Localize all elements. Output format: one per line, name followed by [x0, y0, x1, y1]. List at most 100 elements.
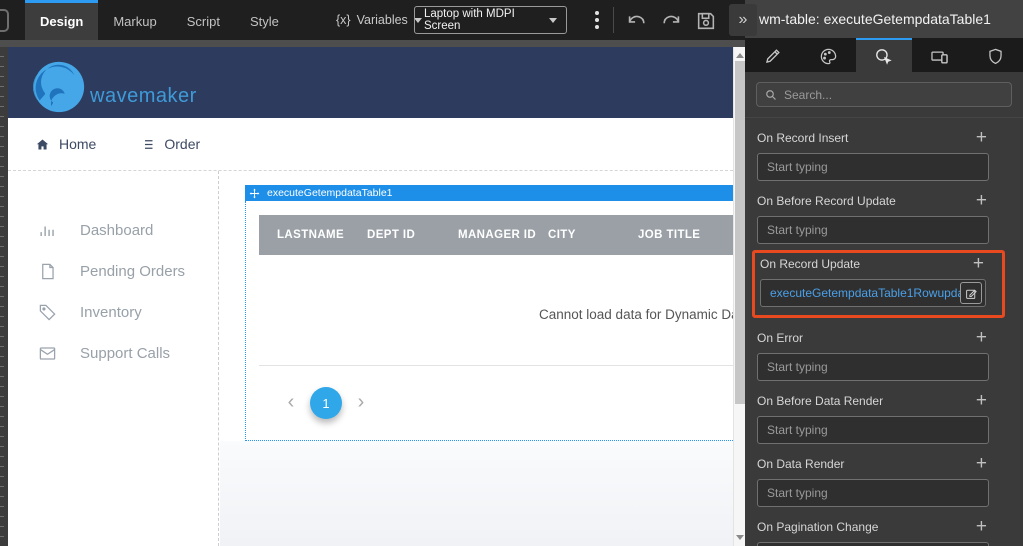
mode-tab-script[interactable]: Script [172, 0, 235, 40]
mode-tabs: DesignMarkupScriptStyle [25, 0, 294, 40]
mode-tab-style[interactable]: Style [235, 0, 294, 40]
content-lower-area [220, 441, 733, 546]
event-handler-input[interactable] [757, 542, 989, 546]
inspector-tabs [745, 38, 1023, 72]
inspector-tab-events-click-icon[interactable] [856, 38, 912, 72]
add-event-action-button[interactable]: + [976, 394, 987, 408]
devices-icon [930, 47, 949, 66]
event-handler-field[interactable]: executeGetempdataTable1Rowupdate [760, 279, 986, 307]
save-icon [695, 10, 717, 32]
add-event-action-button[interactable]: + [976, 520, 987, 534]
add-event-action-button[interactable]: + [976, 457, 987, 471]
event-handler-input[interactable] [757, 479, 989, 507]
inspector-tab-shield-icon[interactable] [967, 38, 1023, 72]
add-event-action-button[interactable]: + [976, 331, 987, 345]
canvas-scrollbar[interactable] [733, 47, 745, 546]
envelope-icon [38, 344, 57, 363]
page-navbar: Home Order [8, 118, 733, 171]
event-handler-input[interactable] [757, 153, 989, 181]
app-header: wavemaker [8, 47, 733, 118]
canvas-ruler [0, 47, 8, 546]
collapse-panel-button[interactable]: » [729, 4, 757, 36]
inspector-tab-pencil-icon[interactable] [745, 38, 801, 72]
data-table-widget[interactable]: LASTNAMEDEPT IDMANAGER IDCITYJOB TITLEZI… [245, 201, 733, 441]
event-label: On Pagination Change [757, 520, 878, 534]
table-column-header[interactable]: CITY [548, 229, 638, 241]
event-handler-link[interactable]: executeGetempdataTable1Rowupdate [770, 286, 960, 300]
inspector-tab-palette-icon[interactable] [801, 38, 857, 72]
search-field[interactable] [756, 82, 1012, 107]
nav-item-home[interactable]: Home [35, 136, 96, 152]
page-body: DashboardPending Orders Inventory Support … [8, 171, 733, 546]
top-toolbar: DesignMarkupScriptStyle {x} Variables La… [0, 0, 745, 40]
event-handler-input[interactable] [757, 416, 989, 444]
design-canvas: wavemaker Home Order DashboardPending Ord… [0, 47, 745, 546]
mode-tab-design[interactable]: Design [25, 0, 98, 40]
event-label: On Record Insert [757, 131, 848, 145]
variables-label: Variables [357, 13, 408, 27]
toolbar-strip [0, 40, 745, 47]
inspector-tab-devices-icon[interactable] [912, 38, 968, 72]
panel-toggle-icon[interactable] [0, 9, 9, 32]
event-label: On Record Update [760, 257, 860, 271]
save-button[interactable] [692, 7, 719, 34]
nav-item-label: Order [164, 136, 200, 152]
variables-icon: {x} [336, 13, 351, 27]
pagination: ‹ 1 › [259, 365, 733, 441]
event-label: On Before Record Update [757, 194, 896, 208]
sidebar-item-support-calls[interactable]: Support Calls [8, 333, 218, 374]
home-icon [35, 137, 50, 152]
previous-page-button[interactable]: ‹ [284, 392, 298, 415]
device-selector[interactable]: Laptop with MDPI Screen [414, 6, 567, 34]
table-column-header[interactable]: MANAGER ID [458, 229, 548, 241]
event-handler-input[interactable] [757, 353, 989, 381]
current-page-button[interactable]: 1 [310, 387, 342, 419]
event-section: On Pagination Change + [757, 518, 989, 546]
edit-script-button[interactable] [960, 282, 982, 304]
scroll-up-arrow-icon[interactable] [736, 53, 744, 58]
next-page-button[interactable]: › [354, 392, 368, 415]
chevron-down-icon [549, 18, 557, 23]
event-section: On Record Insert + [757, 129, 989, 181]
wavemaker-logo-text: wavemaker [90, 85, 197, 108]
main-content: executeGetempdataTable1 LASTNAMEDEPT IDM… [220, 171, 733, 546]
sidebar-item-dashboard[interactable]: Dashboard [8, 210, 218, 251]
table-column-header[interactable]: LASTNAME [277, 229, 367, 241]
search-input[interactable] [784, 88, 1003, 102]
event-handler-input[interactable] [757, 216, 989, 244]
sidebar-item-label: Inventory [80, 304, 142, 321]
variables-menu[interactable]: {x} Variables [336, 0, 422, 40]
mode-tab-markup[interactable]: Markup [98, 0, 171, 40]
event-section: On Error + [757, 329, 989, 381]
event-section: On Record Update + executeGetempdataTable1… [752, 250, 1005, 318]
event-section: On Before Record Update + [757, 192, 989, 244]
edit-icon [965, 287, 978, 300]
table-empty-message: Cannot load data for Dynamic Data [539, 307, 733, 322]
more-options-button[interactable] [589, 8, 605, 32]
scrollbar-thumb[interactable] [735, 61, 745, 404]
wavemaker-studio: DesignMarkupScriptStyle {x} Variables La… [0, 0, 1023, 546]
table-column-header[interactable]: JOB TITLE [638, 229, 733, 241]
event-label: On Before Data Render [757, 394, 883, 408]
bar-chart-icon [38, 221, 57, 240]
left-nav-panel: DashboardPending Orders Inventory Support … [8, 171, 219, 546]
scroll-down-arrow-icon[interactable] [736, 535, 744, 540]
sidebar-item-pending-orders[interactable]: Pending Orders [8, 251, 218, 292]
nav-item-label: Home [59, 136, 96, 152]
palette-icon [819, 47, 838, 66]
nav-item-order[interactable]: Order [140, 136, 200, 152]
add-event-action-button[interactable]: + [976, 131, 987, 145]
sidebar-item-inventory[interactable]: Inventory [8, 292, 218, 333]
add-event-action-button[interactable]: + [976, 194, 987, 208]
shield-icon [986, 47, 1005, 66]
inspector-panel: wm-table: executeGetempdataTable1 On Rec… [745, 0, 1023, 546]
add-event-action-button[interactable]: + [973, 257, 984, 271]
event-label: On Error [757, 331, 803, 345]
widget-selection-bar[interactable]: executeGetempdataTable1 [245, 185, 733, 201]
table-column-header[interactable]: DEPT ID [367, 229, 458, 241]
undo-button[interactable] [622, 7, 649, 34]
redo-button[interactable] [658, 7, 685, 34]
event-section: On Data Render+ [757, 455, 989, 507]
events-list: On Record Insert+On Before Record Update… [745, 118, 1023, 546]
redo-icon [661, 10, 683, 32]
